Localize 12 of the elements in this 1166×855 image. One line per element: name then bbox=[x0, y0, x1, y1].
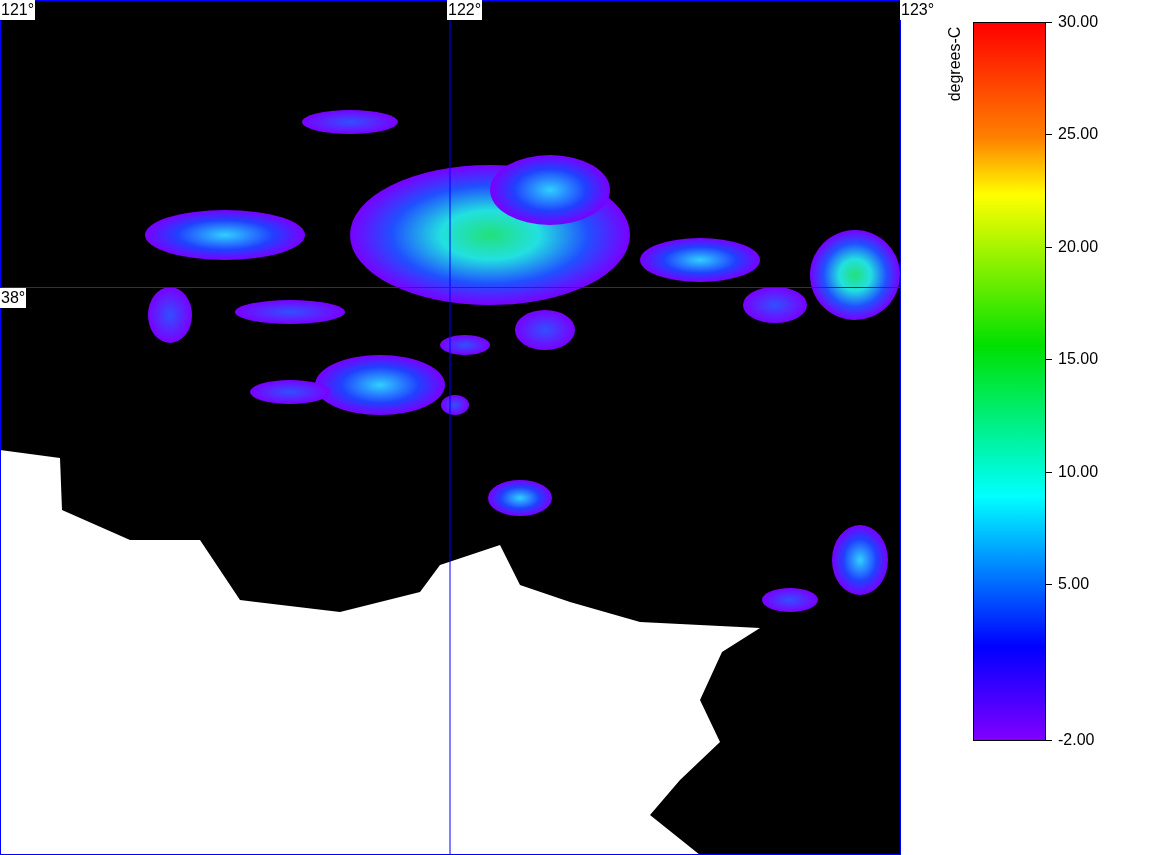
colorbar-tick-label: 5.00 bbox=[1058, 574, 1090, 594]
colorbar-title: degrees-C bbox=[945, 25, 964, 104]
colorbar-tick-label: 25.00 bbox=[1058, 124, 1099, 145]
longitude-label: 121° bbox=[0, 0, 36, 20]
longitude-label: 123° bbox=[900, 0, 936, 20]
colorbar-tick-label: 15.00 bbox=[1058, 349, 1099, 370]
colorbar-tick-label: 30.00 bbox=[1058, 12, 1099, 32]
colorbar-tick-label: 10.00 bbox=[1058, 461, 1099, 482]
colorbar-tick-label: -2.00 bbox=[1058, 730, 1095, 750]
colorbar-tick-label: 20.00 bbox=[1058, 236, 1099, 257]
longitude-label: 122° bbox=[447, 0, 483, 20]
latitude-label: 38° bbox=[0, 288, 27, 308]
